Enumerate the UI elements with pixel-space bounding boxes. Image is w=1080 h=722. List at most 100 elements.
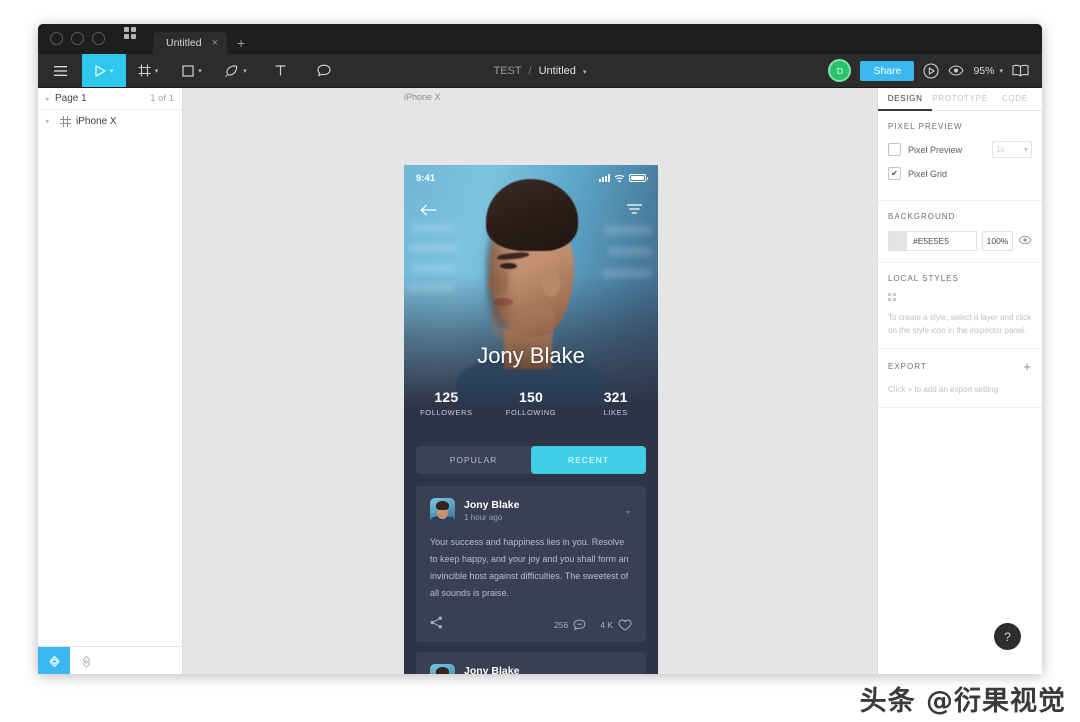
chevron-down-icon[interactable]: ⌄ [624, 671, 632, 674]
stat-label: FOLLOWERS [420, 408, 473, 417]
section-title: PIXEL PREVIEW [888, 122, 963, 131]
color-swatch[interactable] [889, 232, 907, 250]
stat-followers[interactable]: 125 FOLLOWERS [404, 389, 489, 417]
inspector-tabs: DESIGN PROTOTYPE CODE [878, 88, 1042, 111]
arrow-left-icon [420, 204, 437, 216]
tab-prototype[interactable]: PROTOTYPE [932, 88, 988, 111]
profile-stats: 125 FOLLOWERS 150 FOLLOWING 321 LIKES [404, 389, 658, 417]
grid-glyph [124, 27, 136, 39]
avatar[interactable] [430, 664, 455, 674]
tab-design[interactable]: DESIGN [878, 88, 933, 111]
share-button[interactable] [430, 616, 443, 634]
chevron-down-icon[interactable]: ⌄ [624, 505, 632, 516]
tab-popular[interactable]: POPULAR [416, 446, 531, 474]
present-icon[interactable] [923, 62, 940, 79]
stat-following[interactable]: 150 FOLLOWING [489, 389, 574, 417]
zoom-control[interactable]: 95% ▾ [973, 65, 1003, 77]
chevron-down-icon[interactable]: ▾ [155, 67, 159, 75]
layer-item-iphone-x[interactable]: ▸ iPhone X [38, 110, 182, 132]
screenshot-root: Untitled × + ▾ ▾ ▾ ▾ TEST / Untitled ▾ D… [0, 0, 1080, 722]
chevron-down-icon[interactable]: ▾ [110, 67, 114, 75]
tab-untitled[interactable]: Untitled × [153, 32, 228, 54]
library-icon[interactable] [1012, 64, 1029, 77]
grid-view-icon[interactable] [117, 24, 143, 54]
heart-icon [618, 619, 632, 631]
pixel-grid-row[interactable]: ✔ Pixel Grid [888, 167, 1032, 180]
file-name[interactable]: Untitled [539, 65, 576, 77]
components-icon[interactable] [38, 647, 70, 674]
background-hex-value[interactable]: #E5E5E5 [907, 236, 949, 246]
main-menu-icon[interactable] [38, 54, 82, 87]
plugins-icon[interactable] [70, 647, 102, 674]
cursor-icon [95, 64, 106, 77]
avatar[interactable]: D [828, 59, 852, 82]
project-name[interactable]: TEST [494, 65, 522, 77]
pixel-scale-select[interactable]: 1x ▾ [992, 141, 1032, 158]
pixel-grid-checkbox[interactable]: ✔ [888, 167, 901, 180]
close-window-button[interactable] [50, 32, 63, 45]
pen-tool-button[interactable]: ▾ [214, 54, 258, 87]
avatar[interactable] [430, 498, 455, 523]
add-export-button[interactable]: + [1023, 360, 1032, 373]
background-opacity-input[interactable]: 100% [982, 231, 1013, 251]
post-card[interactable]: Jony Blake 1 hour ago ⌄ Your success and… [416, 486, 646, 642]
help-button[interactable]: ? [994, 623, 1021, 650]
eye-glyph [1018, 235, 1032, 245]
post-timestamp: 1 hour ago [464, 513, 503, 522]
post-header: Jony Blake 2 hour ago ⌄ [430, 664, 632, 674]
pixel-preview-checkbox[interactable] [888, 143, 901, 156]
iphone-x-artboard[interactable]: 9:41 Jony Blake 125 FOLLOWERS 150 FOLLOW… [404, 165, 658, 674]
pixel-preview-row[interactable]: Pixel Preview 1x ▾ [888, 141, 1032, 158]
tab-strip: Untitled × + [153, 32, 255, 54]
tab-recent[interactable]: RECENT [531, 446, 646, 474]
stat-label: FOLLOWING [505, 408, 557, 417]
shape-tool-button[interactable]: ▾ [170, 54, 214, 87]
filter-button[interactable] [626, 203, 643, 221]
design-canvas[interactable]: iPhone X 9:41 Jony Blake 125 FOLLOWERS 1… [183, 88, 877, 674]
maximize-window-button[interactable] [92, 32, 105, 45]
bg-blur-band [604, 225, 652, 235]
hero-nav-bar [404, 199, 658, 225]
pages-header[interactable]: ▸ Page 1 1 of 1 [38, 88, 182, 110]
close-icon[interactable]: × [212, 37, 218, 49]
chevron-down-icon[interactable]: ▾ [198, 67, 202, 75]
chevron-down-icon: ▾ [999, 67, 1003, 75]
share-button[interactable]: Share [860, 60, 915, 81]
view-options-icon[interactable] [948, 65, 965, 76]
chevron-down-icon[interactable]: ▾ [583, 69, 587, 76]
post-meta: Jony Blake 2 hour ago [464, 665, 519, 674]
minimize-window-button[interactable] [71, 32, 84, 45]
style-grid-icon[interactable] [888, 293, 897, 302]
move-tool-button[interactable]: ▾ [82, 54, 126, 87]
pixel-scale-value: 1x [996, 145, 1005, 154]
tab-code[interactable]: CODE [988, 88, 1042, 111]
text-tool-button[interactable] [258, 54, 302, 87]
frame-name-label[interactable]: iPhone X [404, 92, 441, 102]
book-glyph [1012, 64, 1029, 77]
text-icon [275, 65, 285, 76]
post-card[interactable]: Jony Blake 2 hour ago ⌄ When one door of… [416, 652, 646, 674]
wifi-icon [614, 174, 625, 182]
comment-icon [573, 619, 586, 631]
comment-tool-button[interactable] [302, 54, 346, 87]
bg-blur-band [602, 269, 652, 278]
like-count-group[interactable]: 4 K [600, 619, 632, 631]
background-visibility-icon[interactable] [1018, 232, 1032, 250]
chevron-right-icon[interactable]: ▸ [46, 95, 55, 103]
back-button[interactable] [420, 203, 437, 221]
chevron-down-icon[interactable]: ▾ [243, 67, 247, 75]
pen-icon [225, 64, 238, 77]
portrait-ear [542, 271, 560, 297]
frame-tool-button[interactable]: ▾ [126, 54, 170, 87]
background-color-field[interactable]: #E5E5E5 [888, 231, 977, 251]
app-body: ▸ Page 1 1 of 1 ▸ iPhone X iPhone X 9:41… [38, 88, 1042, 674]
components-glyph [48, 655, 60, 667]
post-counters: 256 4 K [554, 619, 632, 631]
plugins-glyph [81, 655, 91, 668]
status-time: 9:41 [416, 172, 436, 184]
comment-count-group[interactable]: 256 [554, 619, 586, 631]
stat-likes[interactable]: 321 LIKES [573, 389, 658, 417]
pixel-preview-section: PIXEL PREVIEW Pixel Preview 1x ▾ ✔ Pixel… [878, 111, 1042, 201]
new-tab-button[interactable]: + [227, 36, 255, 54]
chevron-right-icon[interactable]: ▸ [46, 117, 55, 125]
